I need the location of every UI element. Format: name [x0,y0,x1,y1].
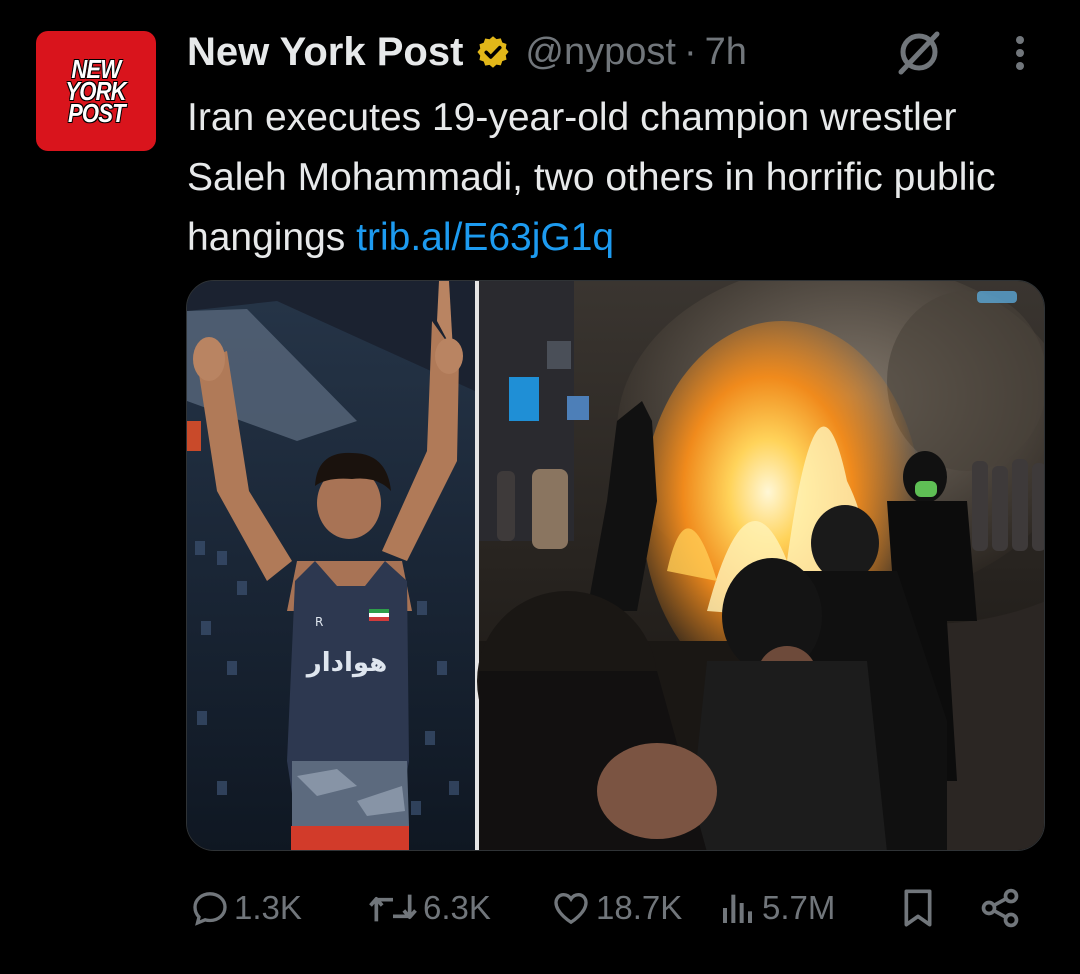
svg-text:R: R [315,615,323,629]
grok-icon[interactable] [893,26,945,78]
reply-count: 1.3K [234,889,302,926]
repost-button[interactable]: 6.3K [367,876,491,940]
reply-button[interactable]: 1.3K [190,876,302,940]
views-button[interactable]: 5.7M [718,876,835,940]
views-count: 5.7M [762,889,836,926]
post-action-bar: 1.3K 6.3K 18.7K 5.7M [0,876,1080,940]
account-avatar[interactable]: NEW YORK POST [36,31,156,151]
separator-dot: · [683,30,697,73]
bookmark-icon [904,889,932,927]
views-icon [723,894,752,923]
like-icon [554,892,588,925]
account-name[interactable]: New York Post [187,30,463,75]
protest-bonfire-photo [477,281,1044,850]
avatar-text-line: POST [67,98,126,128]
like-button[interactable]: 18.7K [550,876,682,940]
post-link[interactable]: trib.al/E63jG1q [356,216,614,259]
post-text: Iran executes 19-year-old champion wrest… [187,88,1067,268]
reply-icon [193,892,227,926]
repost-count: 6.3K [423,889,491,926]
media-divider [475,281,479,850]
post-media[interactable]: R هوادار [186,280,1045,851]
bookmark-button[interactable] [898,876,938,940]
account-handle[interactable]: @nypost [525,31,676,74]
more-options-icon[interactable] [1002,32,1038,74]
wrestler-photo: R هوادار [187,281,475,850]
like-count: 18.7K [596,889,683,926]
share-icon [981,888,1019,928]
share-button[interactable] [978,876,1022,940]
jersey-text: هوادار [305,648,387,678]
verified-badge-icon[interactable] [475,34,511,70]
post-header: New York Post @nypost · 7h [187,28,747,76]
repost-icon [369,894,417,922]
post-timestamp[interactable]: 7h [705,31,747,74]
